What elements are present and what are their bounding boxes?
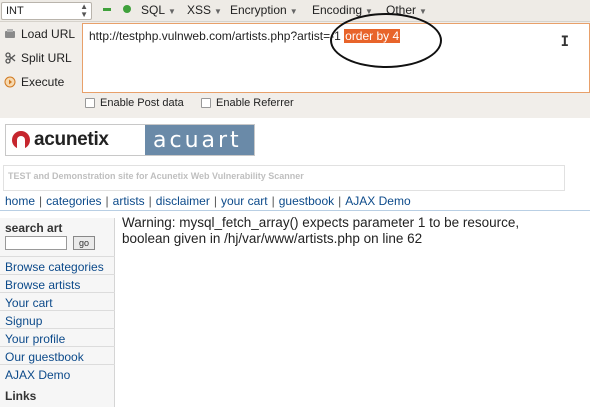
menu-encoding-label: Encoding [312, 3, 363, 17]
sidebar-link-our-guestbook[interactable]: Our guestbook [0, 346, 115, 364]
execute-button[interactable]: Execute [3, 73, 64, 91]
caret-down-icon: ▼ [214, 7, 222, 16]
url-text: http://testphp.vulnweb.com/artists.php?a… [89, 29, 345, 43]
enable-post-label: Enable Post data [100, 97, 184, 109]
hackbar-toolbar: INT ▲ ▼ SQL ▼ XSS ▼ Encryption ▼ Encoding ▼ O… [0, 0, 590, 118]
logo-right-text: acuart [153, 127, 242, 153]
acunetix-mark-icon [12, 131, 30, 149]
nav-guestbook[interactable]: guestbook [279, 194, 334, 208]
text-cursor-icon: I [560, 34, 569, 50]
menu-encryption-label: Encryption [230, 3, 287, 17]
nav-home[interactable]: home [5, 194, 35, 208]
links-title: Links [5, 389, 37, 403]
menu-other[interactable]: Other ▼ [386, 3, 427, 17]
type-select-value: INT [6, 5, 24, 17]
caret-down-icon: ▼ [365, 7, 373, 16]
nav-separator: | [338, 194, 342, 208]
execute-label: Execute [21, 75, 65, 89]
nav-separator: | [148, 194, 152, 208]
acunetix-logo: acunetix [6, 125, 145, 155]
nav-separator: | [39, 194, 43, 208]
sidebar-link-browse-categories[interactable]: Browse categories [0, 256, 115, 274]
increase-icon[interactable] [123, 5, 131, 13]
hackbar-menubar: INT ▲ ▼ SQL ▼ XSS ▼ Encryption ▼ Encoding ▼ O… [0, 0, 590, 22]
enable-post-checkbox[interactable]: Enable Post data [85, 97, 184, 109]
site-tagline: TEST and Demonstration site for Acunetix… [3, 165, 565, 191]
sidebar-link-ajax-demo[interactable]: AJAX Demo [0, 364, 115, 382]
menu-encoding[interactable]: Encoding ▼ [312, 3, 373, 17]
top-nav: home | categories | artists | disclaimer | your … [5, 194, 411, 208]
acuart-logo: acuart [145, 125, 254, 155]
enable-referrer-label: Enable Referrer [216, 97, 294, 109]
search-input[interactable] [5, 236, 67, 250]
php-warning-message: Warning: mysql_fetch_array() expects par… [122, 215, 520, 246]
menu-xss[interactable]: XSS ▼ [187, 3, 222, 17]
tagline-text: TEST and Demonstration site for Acunetix… [8, 171, 304, 181]
search-go-button[interactable]: go [73, 236, 95, 250]
nav-your-cart[interactable]: your cart [221, 194, 268, 208]
nav-separator: | [105, 194, 109, 208]
sidebar: search art go Browse categories Browse a… [0, 218, 115, 407]
decrease-icon[interactable] [103, 8, 111, 11]
split-url-label: Split URL [21, 51, 72, 65]
logo-left-text: acunetix [34, 129, 109, 150]
search-title: search art [5, 221, 63, 235]
load-url-icon [3, 27, 17, 41]
sidebar-link-your-cart[interactable]: Your cart [0, 292, 115, 310]
load-url-button[interactable]: Load URL [3, 25, 75, 43]
enable-referrer-checkbox[interactable]: Enable Referrer [201, 97, 294, 109]
execute-icon [3, 75, 17, 89]
menu-other-label: Other [386, 3, 417, 17]
menu-encryption[interactable]: Encryption ▼ [230, 3, 298, 17]
split-url-button[interactable]: Split URL [3, 49, 72, 67]
load-url-label: Load URL [21, 27, 76, 41]
url-textarea[interactable]: http://testphp.vulnweb.com/artists.php?a… [82, 23, 590, 93]
site-logo[interactable]: acunetix acuart [5, 124, 255, 156]
checkbox-icon [201, 98, 211, 108]
nav-artists[interactable]: artists [113, 194, 145, 208]
split-url-icon [3, 51, 17, 65]
nav-separator: | [271, 194, 275, 208]
select-arrows-icon: ▲ ▼ [80, 2, 88, 19]
sidebar-link-your-profile[interactable]: Your profile [0, 328, 115, 346]
caret-down-icon: ▼ [419, 7, 427, 16]
type-select[interactable]: INT ▲ ▼ [1, 2, 92, 20]
menu-sql-label: SQL [141, 3, 166, 17]
nav-separator: | [213, 194, 217, 208]
sidebar-link-browse-artists[interactable]: Browse artists [0, 274, 115, 292]
nav-ajax-demo[interactable]: AJAX Demo [345, 194, 410, 208]
nav-divider [0, 210, 590, 211]
menu-xss-label: XSS [187, 3, 212, 17]
sidebar-link-signup[interactable]: Signup [0, 310, 115, 328]
menu-sql[interactable]: SQL ▼ [141, 3, 176, 17]
checkbox-icon [85, 98, 95, 108]
url-selected-text: order by 4 [344, 29, 401, 43]
caret-down-icon: ▼ [168, 7, 176, 16]
nav-disclaimer[interactable]: disclaimer [156, 194, 210, 208]
caret-down-icon: ▼ [289, 7, 298, 16]
nav-categories[interactable]: categories [46, 194, 101, 208]
